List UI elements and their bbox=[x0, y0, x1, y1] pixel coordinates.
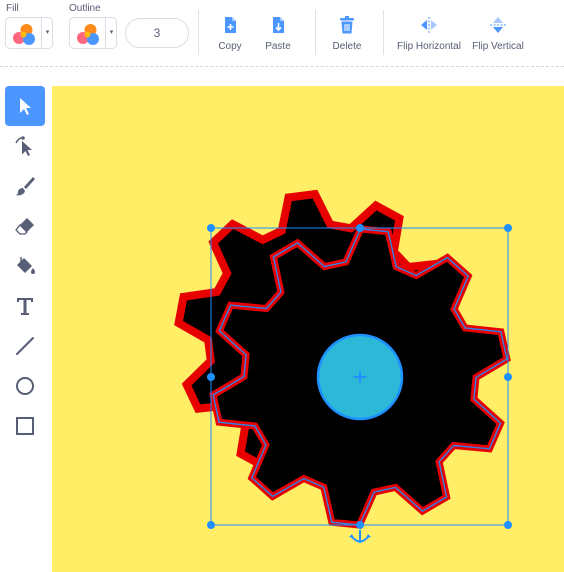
delete-button[interactable]: Delete bbox=[329, 15, 365, 52]
resize-handle[interactable] bbox=[356, 521, 364, 529]
tool-brush[interactable] bbox=[5, 166, 45, 206]
tool-fill[interactable] bbox=[5, 246, 45, 286]
rectangle-icon bbox=[16, 417, 34, 435]
tool-text[interactable] bbox=[5, 286, 45, 326]
select-arrow-icon bbox=[20, 98, 31, 115]
eraser-icon bbox=[15, 218, 34, 235]
tool-circle[interactable] bbox=[5, 366, 45, 406]
chevron-down-icon[interactable]: ▾ bbox=[42, 18, 53, 48]
paint-canvas[interactable] bbox=[52, 86, 564, 572]
tool-select[interactable] bbox=[5, 86, 45, 126]
tool-eraser[interactable] bbox=[5, 206, 45, 246]
flip-vertical-label: Flip Vertical bbox=[472, 41, 524, 52]
fill-color-picker[interactable]: ▾ bbox=[5, 17, 53, 49]
text-icon bbox=[17, 298, 33, 315]
copy-icon bbox=[225, 17, 236, 33]
copy-button[interactable]: Copy bbox=[213, 15, 247, 52]
tool-rectangle[interactable] bbox=[5, 406, 45, 446]
rotate-handle-icon[interactable] bbox=[349, 530, 371, 543]
resize-handle[interactable] bbox=[504, 521, 512, 529]
trash-icon bbox=[340, 16, 354, 34]
copy-label: Copy bbox=[218, 41, 242, 52]
drawing-area[interactable] bbox=[52, 86, 564, 572]
gear-shape[interactable] bbox=[174, 189, 511, 529]
color-swatch-icon bbox=[13, 24, 35, 45]
chevron-down-icon[interactable]: ▾ bbox=[106, 18, 117, 48]
line-icon bbox=[16, 337, 34, 355]
circle-icon bbox=[16, 377, 34, 395]
flip-horizontal-button[interactable]: Flip Horizontal bbox=[394, 15, 464, 52]
paint-toolbar: Fill ▾ Outline ▾ Copy bbox=[0, 0, 564, 66]
resize-handle[interactable] bbox=[356, 224, 364, 232]
toolbar-divider bbox=[198, 10, 199, 55]
resize-handle[interactable] bbox=[207, 224, 215, 232]
paste-icon bbox=[273, 17, 284, 33]
tool-line[interactable] bbox=[5, 326, 45, 366]
outline-label: Outline bbox=[69, 3, 101, 14]
resize-handle[interactable] bbox=[504, 224, 512, 232]
toolbar-separator bbox=[0, 66, 564, 67]
resize-handle[interactable] bbox=[504, 373, 512, 381]
flip-vertical-icon bbox=[490, 17, 506, 33]
reshape-icon bbox=[15, 136, 32, 156]
tool-reshape[interactable] bbox=[5, 126, 45, 166]
outline-width-input[interactable] bbox=[125, 18, 189, 48]
delete-label: Delete bbox=[332, 41, 362, 52]
fill-label: Fill bbox=[6, 3, 19, 14]
resize-handle[interactable] bbox=[207, 373, 215, 381]
toolbar-divider bbox=[315, 10, 316, 55]
flip-vertical-button[interactable]: Flip Vertical bbox=[470, 15, 526, 52]
color-swatch-icon bbox=[77, 24, 99, 45]
paste-label: Paste bbox=[265, 41, 291, 52]
brush-icon bbox=[15, 177, 35, 196]
flip-horizontal-label: Flip Horizontal bbox=[397, 41, 461, 52]
resize-handle[interactable] bbox=[207, 521, 215, 529]
paste-button[interactable]: Paste bbox=[261, 15, 295, 52]
outline-color-picker[interactable]: ▾ bbox=[69, 17, 117, 49]
toolbar-divider bbox=[383, 10, 384, 55]
paint-bucket-icon bbox=[17, 257, 35, 274]
flip-horizontal-icon bbox=[421, 17, 437, 33]
